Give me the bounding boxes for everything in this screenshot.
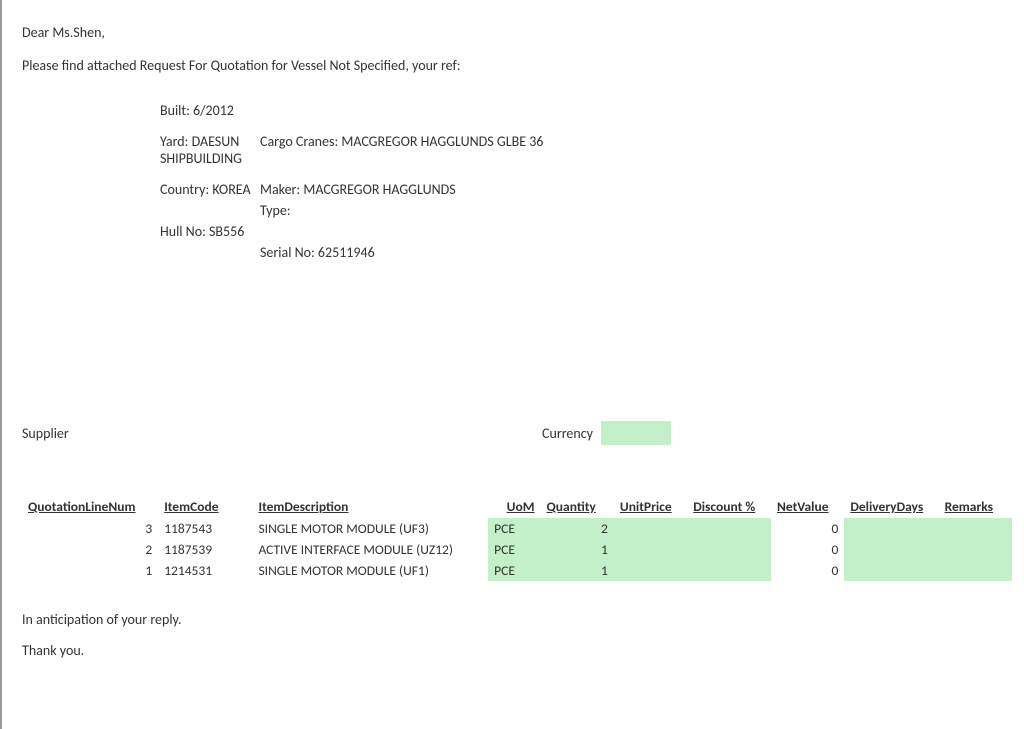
cargo-cranes-label: Cargo Cranes: MACGREGOR HAGGLUNDS GLBE 3… bbox=[260, 133, 1004, 167]
closing-block: In anticipation of your reply. Thank you… bbox=[22, 611, 1004, 659]
closing-line-1: In anticipation of your reply. bbox=[22, 611, 1004, 628]
vessel-details: Built: 6/2012 Yard: DAESUN SHIPBUILDING … bbox=[160, 102, 1004, 261]
cell-unitprice-input[interactable] bbox=[614, 518, 687, 539]
cell-netvalue: 0 bbox=[771, 518, 844, 539]
greeting-text: Dear Ms.Shen, bbox=[22, 24, 1004, 41]
cell-itemcode: 1214531 bbox=[158, 560, 252, 581]
cell-remarks-input[interactable] bbox=[939, 539, 1012, 560]
cell-uom: PCE bbox=[488, 560, 540, 581]
cell-remarks-input[interactable] bbox=[939, 518, 1012, 539]
cell-desc: ACTIVE INTERFACE MODULE (UZ12) bbox=[252, 539, 488, 560]
currency-label: Currency bbox=[542, 425, 593, 442]
maker-label: Maker: MACGREGOR HAGGLUNDS bbox=[260, 181, 1004, 198]
type-label: Type: bbox=[260, 202, 1004, 219]
cell-netvalue: 0 bbox=[771, 539, 844, 560]
serial-label: Serial No: 62511946 bbox=[260, 244, 1004, 261]
cell-linenum: 2 bbox=[22, 539, 158, 560]
cell-itemcode: 1187543 bbox=[158, 518, 252, 539]
hullno-label: Hull No: SB556 bbox=[160, 223, 260, 240]
cell-remarks-input[interactable] bbox=[939, 560, 1012, 581]
table-row: 21187539ACTIVE INTERFACE MODULE (UZ12)PC… bbox=[22, 539, 1012, 560]
cell-unitprice-input[interactable] bbox=[614, 560, 687, 581]
supplier-currency-row: Supplier Currency bbox=[22, 421, 1004, 445]
currency-input[interactable] bbox=[601, 421, 671, 445]
header-discount: Discount % bbox=[687, 495, 771, 518]
header-linenum: QuotationLineNum bbox=[22, 495, 158, 518]
cell-uom: PCE bbox=[488, 539, 540, 560]
closing-line-2: Thank you. bbox=[22, 642, 1004, 659]
cell-unitprice-input[interactable] bbox=[614, 539, 687, 560]
cell-linenum: 3 bbox=[22, 518, 158, 539]
cell-deliverydays-input[interactable] bbox=[844, 560, 938, 581]
header-netvalue: NetValue bbox=[771, 495, 844, 518]
header-uom: UoM bbox=[488, 495, 540, 518]
cell-linenum: 1 bbox=[22, 560, 158, 581]
cell-qty: 1 bbox=[541, 560, 614, 581]
table-row: 11214531SINGLE MOTOR MODULE (UF1)PCE10 bbox=[22, 560, 1012, 581]
intro-text: Please find attached Request For Quotati… bbox=[22, 57, 1004, 74]
cell-discount-input[interactable] bbox=[687, 560, 771, 581]
cell-discount-input[interactable] bbox=[687, 518, 771, 539]
cell-deliverydays-input[interactable] bbox=[844, 539, 938, 560]
quotation-table: QuotationLineNum ItemCode ItemDescriptio… bbox=[22, 495, 1012, 581]
supplier-label: Supplier bbox=[22, 425, 542, 442]
cell-desc: SINGLE MOTOR MODULE (UF3) bbox=[252, 518, 488, 539]
header-unitprice: UnitPrice bbox=[614, 495, 687, 518]
header-qty: Quantity bbox=[541, 495, 614, 518]
cell-deliverydays-input[interactable] bbox=[844, 518, 938, 539]
cell-desc: SINGLE MOTOR MODULE (UF1) bbox=[252, 560, 488, 581]
cell-qty: 1 bbox=[541, 539, 614, 560]
yard-label: Yard: DAESUN SHIPBUILDING bbox=[160, 133, 260, 167]
header-deliverydays: DeliveryDays bbox=[844, 495, 938, 518]
table-row: 31187543SINGLE MOTOR MODULE (UF3)PCE2 0 bbox=[22, 518, 1012, 539]
header-itemcode: ItemCode bbox=[158, 495, 252, 518]
cell-discount-input[interactable] bbox=[687, 539, 771, 560]
country-label: Country: KOREA bbox=[160, 181, 260, 198]
cell-qty: 2 bbox=[541, 518, 614, 539]
built-label: Built: 6/2012 bbox=[160, 102, 260, 119]
header-desc: ItemDescription bbox=[252, 495, 488, 518]
cell-itemcode: 1187539 bbox=[158, 539, 252, 560]
cell-uom: PCE bbox=[488, 518, 540, 539]
cell-netvalue: 0 bbox=[771, 560, 844, 581]
header-remarks: Remarks bbox=[939, 495, 1012, 518]
